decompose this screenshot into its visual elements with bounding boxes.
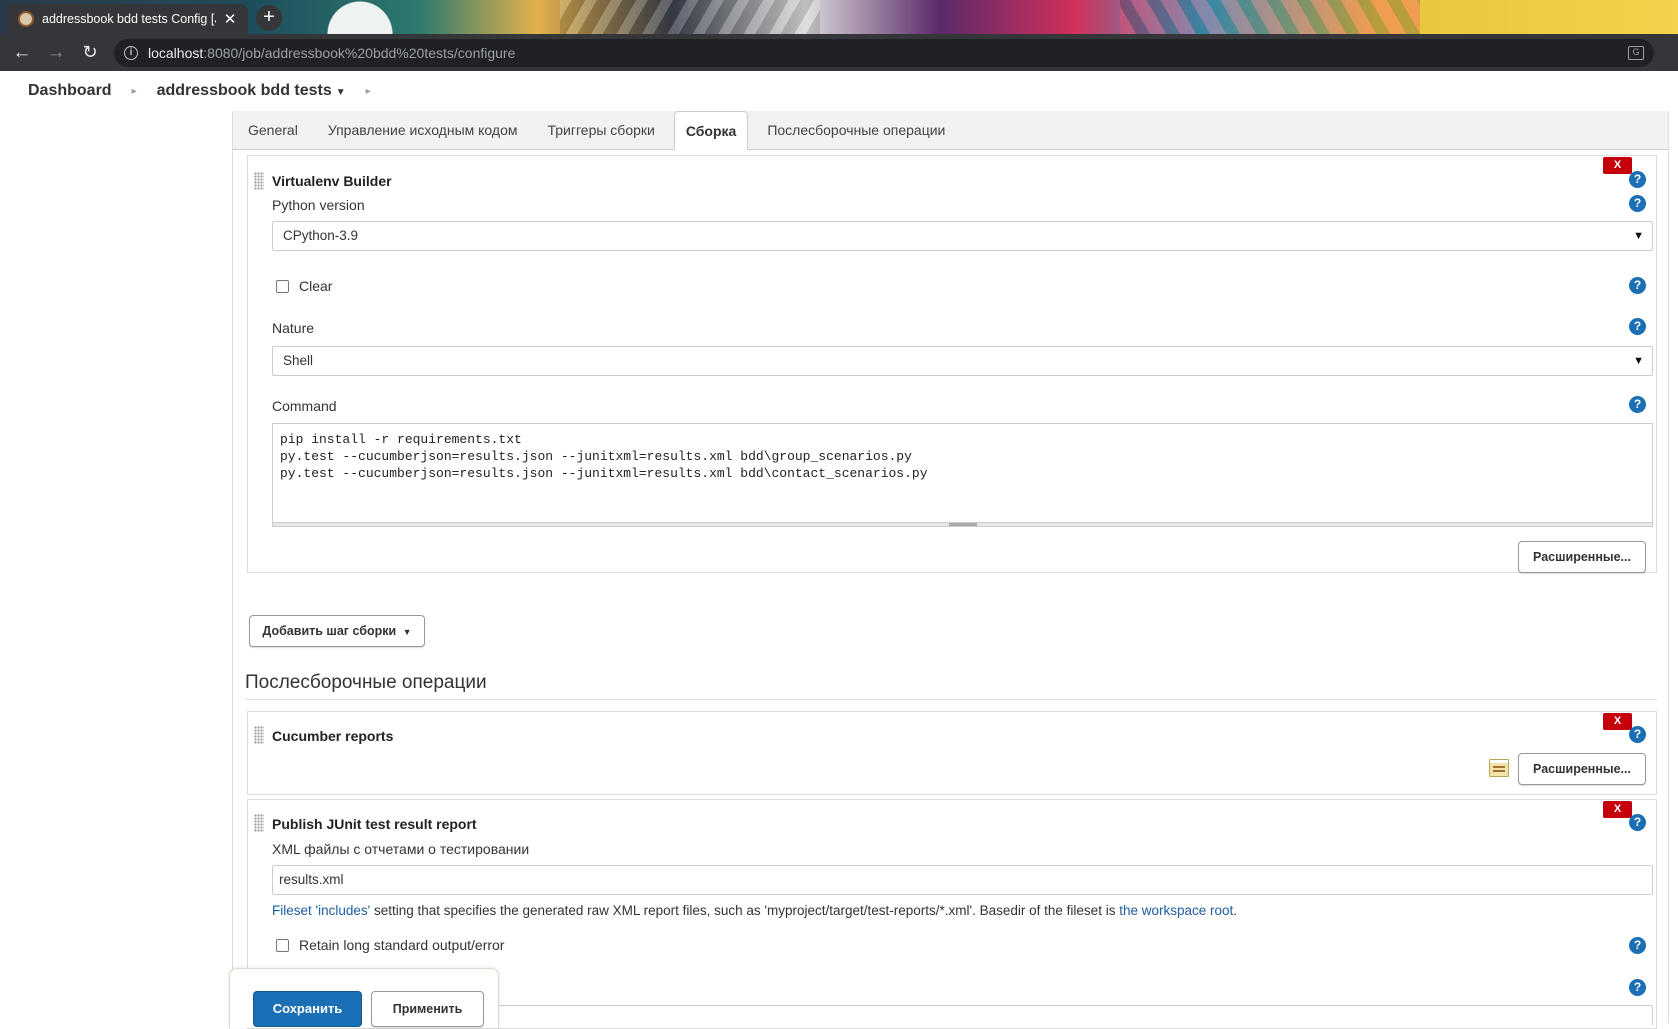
help-icon[interactable]: ? bbox=[1629, 979, 1646, 996]
advanced-button[interactable]: Расширенные... bbox=[1518, 753, 1646, 785]
config-tabs: General Управление исходным кодом Тригге… bbox=[233, 111, 1668, 150]
help-icon[interactable]: ? bbox=[1629, 195, 1646, 212]
tab-scm[interactable]: Управление исходным кодом bbox=[317, 111, 529, 149]
xml-files-input[interactable]: results.xml bbox=[272, 865, 1653, 895]
address-bar[interactable]: i localhost:8080/job/addressbook%20bdd%2… bbox=[114, 38, 1654, 67]
forward-arrow-icon[interactable]: → bbox=[44, 42, 68, 64]
resize-knob-icon bbox=[949, 523, 977, 526]
browser-tab-title: addressbook bdd tests Config [Je bbox=[42, 12, 216, 26]
python-version-value: CPython-3.9 bbox=[283, 228, 359, 243]
url-host: localhost bbox=[148, 44, 204, 61]
drag-handle-icon[interactable] bbox=[254, 726, 264, 744]
theme-artwork bbox=[560, 0, 820, 34]
delete-step-button[interactable]: X bbox=[1603, 157, 1632, 174]
nature-select[interactable]: Shell ▼ bbox=[272, 346, 1653, 376]
workspace-root-link[interactable]: the workspace root bbox=[1119, 903, 1233, 918]
delete-step-button[interactable]: X bbox=[1603, 801, 1632, 818]
nature-label: Nature bbox=[272, 320, 315, 336]
help-icon[interactable]: ? bbox=[1629, 277, 1646, 294]
drag-handle-icon[interactable] bbox=[254, 172, 264, 190]
browser-tab[interactable]: addressbook bdd tests Config [Je ✕ bbox=[8, 4, 248, 34]
retain-output-checkbox[interactable] bbox=[276, 939, 289, 952]
browser-toolbar: ← → ↻ i localhost:8080/job/addressbook%2… bbox=[0, 34, 1678, 71]
advanced-button[interactable]: Расширенные... bbox=[1518, 541, 1646, 573]
fileset-help-end: . bbox=[1233, 903, 1238, 918]
tab-triggers[interactable]: Триггеры сборки bbox=[537, 111, 666, 149]
chevron-down-icon[interactable]: ▼ bbox=[336, 87, 346, 98]
site-info-icon[interactable]: i bbox=[124, 45, 138, 60]
apply-button[interactable]: Применить bbox=[371, 991, 484, 1027]
chevron-down-icon: ▼ bbox=[1633, 230, 1644, 242]
cucumber-reports-section: X ? Cucumber reports Расширенные... bbox=[247, 711, 1657, 795]
help-icon[interactable]: ? bbox=[1629, 814, 1646, 831]
breadcrumb-job-label: addressbook bdd tests bbox=[156, 82, 332, 99]
clear-label[interactable]: Clear bbox=[299, 278, 332, 294]
python-version-select[interactable]: CPython-3.9 ▼ bbox=[272, 221, 1653, 251]
help-icon[interactable]: ? bbox=[1629, 937, 1646, 954]
fileset-help-text: Fileset 'includes' setting that specifie… bbox=[272, 903, 1237, 918]
chevron-down-icon: ▼ bbox=[402, 627, 412, 637]
browser-tabstrip: addressbook bdd tests Config [Je ✕ + bbox=[0, 0, 1678, 34]
save-bar: Сохранить Применить bbox=[229, 968, 499, 1028]
theme-artwork bbox=[1120, 0, 1420, 34]
config-panel: General Управление исходным кодом Тригге… bbox=[232, 111, 1669, 1029]
breadcrumb-job[interactable]: addressbook bdd tests ▼ bbox=[157, 82, 346, 100]
drag-handle-icon[interactable] bbox=[254, 814, 264, 832]
close-icon[interactable]: ✕ bbox=[222, 10, 238, 28]
help-icon[interactable]: ? bbox=[1629, 318, 1646, 335]
breadcrumb-separator-icon: ▸ bbox=[365, 85, 371, 97]
clear-checkbox[interactable] bbox=[276, 280, 289, 293]
command-label: Command bbox=[272, 398, 337, 414]
delete-step-button[interactable]: X bbox=[1603, 713, 1632, 730]
save-button[interactable]: Сохранить bbox=[253, 991, 362, 1027]
translate-icon[interactable]: G bbox=[1628, 45, 1644, 60]
section-title: Publish JUnit test result report bbox=[272, 816, 477, 832]
divider bbox=[245, 699, 1657, 700]
theme-artwork bbox=[300, 0, 420, 34]
help-icon[interactable]: ? bbox=[1629, 396, 1646, 413]
help-icon[interactable]: ? bbox=[1629, 171, 1646, 188]
back-arrow-icon[interactable]: ← bbox=[10, 42, 34, 64]
virtualenv-builder-section: X ? Virtualenv Builder Python version ? … bbox=[247, 155, 1657, 573]
fileset-includes-link[interactable]: Fileset 'includes' bbox=[272, 903, 370, 918]
tab-post-build[interactable]: Послесборочные операции bbox=[756, 111, 956, 149]
url-path: :8080/job/addressbook%20bdd%20tests/conf… bbox=[203, 44, 516, 61]
retain-output-label[interactable]: Retain long standard output/error bbox=[299, 937, 504, 953]
breadcrumb: Dashboard ▸ addressbook bdd tests ▼ ▸ bbox=[0, 71, 1678, 111]
breadcrumb-dashboard[interactable]: Dashboard bbox=[28, 82, 112, 100]
tab-general[interactable]: General bbox=[237, 111, 309, 149]
new-tab-button[interactable]: + bbox=[256, 5, 282, 31]
fileset-help-body: setting that specifies the generated raw… bbox=[370, 903, 1120, 918]
nature-value: Shell bbox=[283, 353, 314, 368]
xml-files-label: XML файлы с отчетами о тестировании bbox=[272, 841, 530, 857]
chevron-down-icon: ▼ bbox=[1633, 355, 1644, 367]
notepad-icon[interactable] bbox=[1489, 759, 1509, 777]
tab-build[interactable]: Сборка bbox=[673, 111, 749, 150]
post-build-heading: Послесборочные операции bbox=[245, 672, 487, 693]
command-textarea[interactable]: pip install -r requirements.txt py.test … bbox=[272, 423, 1653, 523]
breadcrumb-separator-icon: ▸ bbox=[131, 85, 137, 97]
jenkins-favicon-icon bbox=[18, 11, 34, 27]
add-build-step-label: Добавить шаг сборки bbox=[262, 624, 397, 638]
section-title: Cucumber reports bbox=[272, 728, 394, 744]
section-title: Virtualenv Builder bbox=[272, 173, 392, 189]
python-version-label: Python version bbox=[272, 197, 365, 213]
add-build-step-button[interactable]: Добавить шаг сборки ▼ bbox=[249, 615, 425, 647]
help-icon[interactable]: ? bbox=[1629, 726, 1646, 743]
textarea-resize-handle[interactable] bbox=[272, 523, 1653, 527]
reload-icon[interactable]: ↻ bbox=[78, 42, 102, 63]
